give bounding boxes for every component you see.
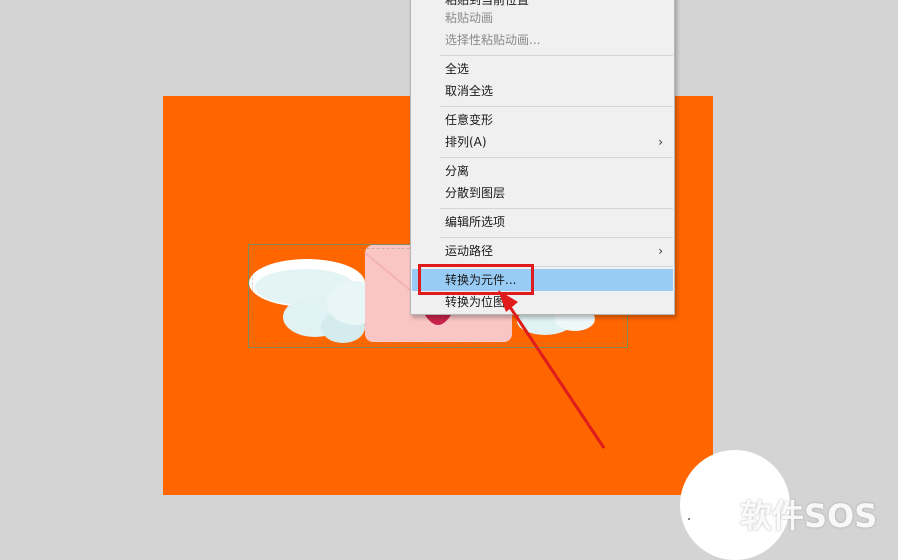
- watermark: 软件SOS: [700, 494, 878, 535]
- watermark-logo-icon: [705, 500, 729, 530]
- watermark-dot: [688, 518, 690, 520]
- annotation-arrow-icon: [498, 290, 606, 449]
- watermark-text: 软件SOS: [740, 497, 878, 535]
